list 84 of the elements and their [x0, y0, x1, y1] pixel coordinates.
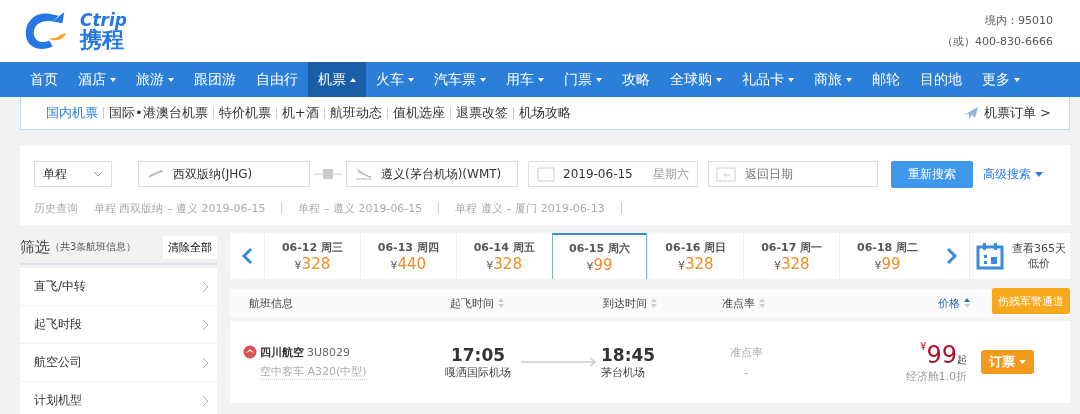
hotline-number: （或）400-830-6666 — [942, 34, 1053, 49]
chevron-down-icon — [93, 171, 103, 177]
nav-tab[interactable]: 攻略 — [612, 62, 660, 97]
nav-tab[interactable]: 酒店 — [68, 62, 126, 97]
date-tab[interactable]: 06-12 周三 ¥328 — [264, 233, 360, 279]
advanced-search-link[interactable]: 高级搜索 — [983, 165, 1031, 183]
arrival-airport: 茅台机场 — [601, 364, 645, 380]
sub-nav-link[interactable]: 机+酒 — [276, 104, 324, 122]
nav-tab[interactable]: 跟团游 — [184, 62, 246, 97]
sort-icon[interactable] — [963, 297, 971, 309]
ticket-orders-link[interactable]: 机票订单 > — [983, 104, 1051, 122]
nav-tab[interactable]: 商旅 — [804, 62, 862, 97]
landing-plane-icon — [355, 168, 373, 180]
brand-wordmark: Ctrip — [80, 11, 127, 29]
clear-all-button[interactable]: 清除全部 — [163, 235, 217, 259]
nav-tab[interactable]: 自由行 — [246, 62, 308, 97]
caret-icon — [1019, 360, 1026, 364]
sub-nav-link[interactable]: 特价机票 — [213, 104, 276, 122]
sub-nav-link[interactable]: 退票改签 — [450, 104, 513, 122]
calendar-link[interactable]: 低价 — [1028, 256, 1050, 271]
sub-nav-link[interactable]: 航班动态 — [324, 104, 387, 122]
column-header[interactable]: 准点率 — [722, 295, 755, 311]
nav-tab[interactable]: 汽车票 — [424, 62, 496, 97]
currency-symbol: ¥ — [920, 340, 927, 352]
filter-item[interactable]: 直飞/中转 — [20, 268, 217, 306]
chevron-right-icon — [202, 394, 209, 407]
nav-tab[interactable]: 机票 — [308, 62, 366, 97]
column-header[interactable]: 价格 — [938, 295, 960, 311]
filter-item[interactable]: 计划机型 — [20, 382, 217, 414]
nav-tab[interactable]: 礼品卡 — [732, 62, 804, 97]
date-tab[interactable]: 06-17 周一 ¥328 — [743, 233, 840, 279]
date-tab[interactable]: 06-14 周五 ¥328 — [455, 233, 552, 279]
caret-down-icon — [1035, 171, 1043, 177]
column-header[interactable]: 起飞时间 — [450, 295, 494, 311]
chevron-right-icon — [202, 280, 209, 293]
punctuality-value: - — [744, 366, 748, 379]
nav-tab[interactable]: 门票 — [554, 62, 612, 97]
date-tab[interactable]: 06-18 周二 ¥99 — [839, 233, 935, 279]
price-suffix: 起 — [957, 353, 967, 365]
nav-tab[interactable]: 邮轮 — [862, 62, 910, 97]
column-header[interactable]: 到达时间 — [603, 295, 647, 311]
swap-icon[interactable] — [313, 167, 343, 181]
departure-city-field[interactable]: 西双版纳(JHG) — [138, 161, 310, 187]
flight-number: 3U8029 — [307, 345, 351, 359]
route-arrow-icon — [521, 357, 597, 367]
history-label: 历史查询 — [34, 200, 78, 216]
date-tab[interactable]: 06-16 周日 ¥328 — [647, 233, 744, 279]
flight-count: （共3条航班信息） — [50, 240, 138, 254]
departure-time: 17:05 — [450, 344, 506, 365]
chevron-right-icon — [202, 356, 209, 369]
sub-nav-link[interactable]: 国际•港澳台机票 — [104, 104, 213, 122]
cabin-discount: 经济舱1.0折 — [905, 368, 967, 384]
punctuality-label: 准点率 — [729, 345, 763, 360]
column-header: 航班信息 — [249, 295, 293, 311]
departure-date-field[interactable]: 2019-06-15 星期六 — [528, 161, 698, 187]
date-tab[interactable]: 06-13 周四 ¥440 — [359, 233, 456, 279]
arrival-time: 18:45 — [601, 344, 656, 365]
takeoff-plane-icon — [147, 169, 165, 179]
airline-logo-icon — [243, 345, 257, 359]
calendar-return-icon — [716, 166, 736, 182]
plane-icon — [962, 106, 979, 120]
departure-airport: 嘎洒国际机场 — [445, 364, 511, 380]
nav-tab[interactable]: 旅游 — [126, 62, 184, 97]
sub-nav-link[interactable]: 值机选座 — [387, 104, 450, 122]
trip-type-select[interactable]: 单程 — [34, 161, 112, 187]
chevron-right-icon — [202, 318, 209, 331]
arrival-city-field[interactable]: 遵义(茅台机场)(WMT) — [346, 161, 518, 187]
ticket-price: 99 — [926, 340, 957, 369]
filter-title: 筛选 — [20, 237, 50, 257]
nav-tab[interactable]: 火车 — [366, 62, 424, 97]
calendar-link[interactable]: 查看365天 — [1012, 241, 1066, 256]
nav-tab[interactable]: 首页 — [20, 62, 68, 97]
hotline-number: 境内：95010 — [985, 13, 1053, 28]
nav-tab[interactable]: 目的地 — [910, 62, 972, 97]
sub-nav-link[interactable]: 国内机票 — [41, 104, 103, 122]
date-tab[interactable]: 06-15 周六 ¥99 — [551, 233, 648, 279]
nav-tab[interactable]: 全球购 — [660, 62, 732, 97]
sub-nav-link[interactable]: 机场攻略 — [513, 104, 576, 122]
filter-item[interactable]: 起飞时段 — [20, 306, 217, 344]
nav-tab[interactable]: 用车 — [496, 62, 554, 97]
nav-tab[interactable]: 更多 — [972, 62, 1030, 97]
return-date-field[interactable]: 返回日期 — [708, 161, 878, 187]
filter-item[interactable]: 航空公司 — [20, 344, 217, 382]
airline-name: 四川航空 — [260, 344, 304, 360]
